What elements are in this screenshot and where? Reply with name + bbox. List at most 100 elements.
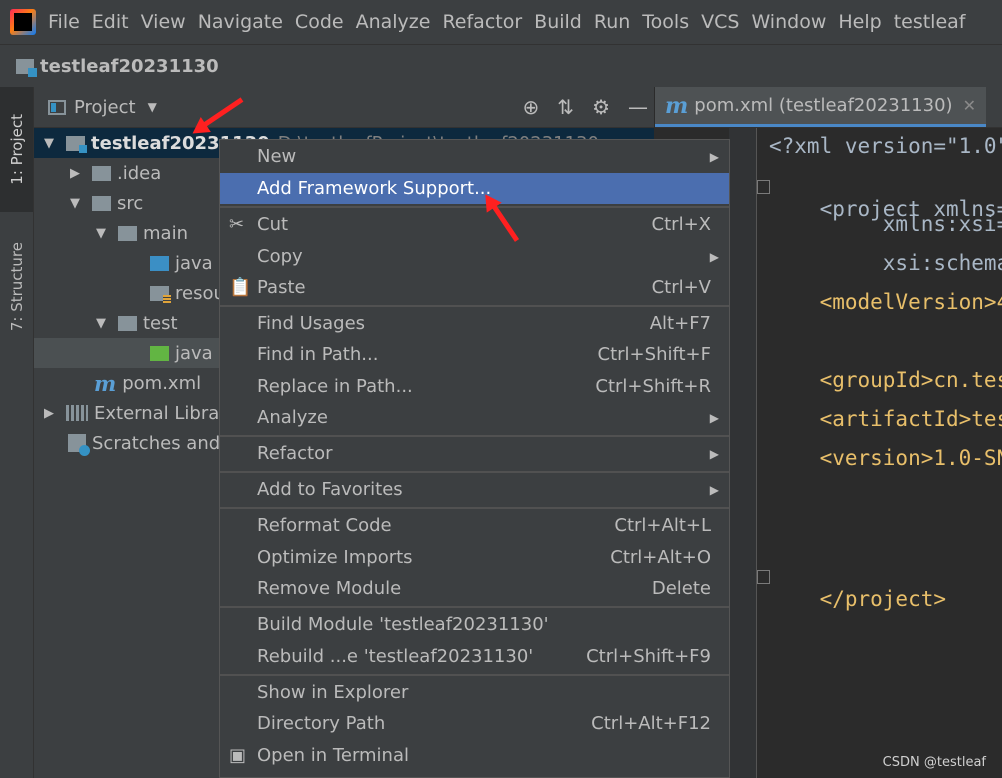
- project-toolwindow-header: Project ▼ ⊕ ⇅ ⚙ —: [34, 87, 654, 128]
- menu-edit[interactable]: Edit: [92, 11, 139, 33]
- menu-item-label: New: [257, 146, 297, 167]
- menu-item-label: Rebuild ...e 'testleaf20231130': [257, 646, 534, 667]
- menu-item-paste[interactable]: 📋 Paste Ctrl+V: [220, 272, 729, 303]
- menu-vcs[interactable]: VCS: [701, 11, 749, 33]
- fold-icon[interactable]: [757, 180, 770, 194]
- menu-item-new[interactable]: New ▶: [220, 141, 729, 172]
- menu-item-shortcut: Ctrl+Alt+O: [610, 547, 711, 568]
- chevron-down-icon[interactable]: ▼: [94, 226, 108, 241]
- folder-icon: [92, 195, 111, 211]
- test-folder-icon: [150, 345, 169, 361]
- menu-build[interactable]: Build: [534, 11, 592, 33]
- maven-icon: m: [665, 92, 689, 119]
- menu-item-find-usages[interactable]: Find Usages Alt+F7: [220, 308, 729, 339]
- menu-item-shortcut: Ctrl+Shift+F: [597, 344, 711, 365]
- editor-tab-label: pom.xml (testleaf20231130): [694, 95, 953, 116]
- tree-item-label: java: [175, 342, 213, 364]
- menu-item-label: Copy: [257, 246, 303, 267]
- menu-item-shortcut: Ctrl+Shift+F9: [586, 646, 711, 667]
- tree-item-label: main: [143, 222, 188, 244]
- menu-code[interactable]: Code: [295, 11, 354, 33]
- locate-icon[interactable]: ⊕: [523, 95, 540, 119]
- menu-item-refactor[interactable]: Refactor ▶: [220, 438, 729, 469]
- menu-item-rebuild-module[interactable]: Rebuild ...e 'testleaf20231130' Ctrl+Shi…: [220, 641, 729, 672]
- menu-refactor[interactable]: Refactor: [442, 11, 532, 33]
- menu-file[interactable]: File: [48, 11, 90, 33]
- menu-help[interactable]: Help: [838, 11, 891, 33]
- project-view-icon: [48, 99, 66, 115]
- chevron-down-icon[interactable]: ▼: [68, 196, 82, 211]
- menu-separator: [220, 471, 729, 473]
- menu-window[interactable]: Window: [751, 11, 836, 33]
- menu-separator: [220, 305, 729, 307]
- menu-item-directory-path[interactable]: Directory Path Ctrl+Alt+F12: [220, 708, 729, 739]
- tab-pom-xml[interactable]: m pom.xml (testleaf20231130) ✕: [655, 87, 986, 127]
- watermark: CSDN @testleaf: [882, 755, 986, 770]
- fold-icon[interactable]: [757, 570, 770, 584]
- submenu-arrow-icon: ▶: [709, 482, 719, 497]
- submenu-arrow-icon: ▶: [709, 249, 719, 264]
- menu-item-label: Find Usages: [257, 313, 366, 334]
- menu-item-remove-module[interactable]: Remove Module Delete: [220, 573, 729, 604]
- menu-item-shortcut: Ctrl+Alt+F12: [591, 713, 711, 734]
- close-icon[interactable]: ✕: [963, 96, 976, 115]
- code-line: <groupId>cn.testleaf</groupId>: [819, 368, 1002, 392]
- menu-item-analyze[interactable]: Analyze ▶: [220, 402, 729, 433]
- folder-icon: [92, 165, 111, 181]
- menu-item-add-framework-support[interactable]: Add Framework Support...: [220, 173, 729, 204]
- menu-item-shortcut: Ctrl+X: [651, 214, 711, 235]
- menu-item-optimize-imports[interactable]: Optimize Imports Ctrl+Alt+O: [220, 542, 729, 573]
- menu-item-replace-in-path[interactable]: Replace in Path... Ctrl+Shift+R: [220, 371, 729, 402]
- code-editor[interactable]: <?xml version="1.0" encoding="UTF-8"?> <…: [757, 128, 1002, 778]
- collapse-all-icon[interactable]: ⇅: [557, 95, 574, 119]
- menu-item-add-to-favorites[interactable]: Add to Favorites ▶: [220, 474, 729, 505]
- source-folder-icon: [150, 255, 169, 271]
- code-line-text: </project>: [819, 587, 947, 611]
- chevron-down-icon[interactable]: ▼: [148, 100, 157, 114]
- chevron-right-icon[interactable]: ▶: [42, 406, 56, 421]
- minimize-icon[interactable]: —: [628, 95, 648, 119]
- menu-analyze[interactable]: Analyze: [356, 11, 441, 33]
- tab-project[interactable]: 1: Project: [0, 87, 33, 212]
- tree-item-label: src: [117, 192, 144, 214]
- clipboard-icon: 📋: [229, 277, 252, 298]
- menu-item-shortcut: Alt+F7: [649, 313, 711, 334]
- code-line: <?xml version="1.0" encoding="UTF-8"?>: [769, 134, 1002, 158]
- menu-item-label: Reformat Code: [257, 515, 392, 536]
- breadcrumb-project[interactable]: testleaf20231130: [40, 56, 219, 77]
- menu-item-find-in-path[interactable]: Find in Path... Ctrl+Shift+F: [220, 339, 729, 370]
- menu-item-reformat-code[interactable]: Reformat Code Ctrl+Alt+L: [220, 510, 729, 541]
- menu-item-label: Cut: [257, 214, 289, 235]
- menu-view[interactable]: View: [141, 11, 196, 33]
- chevron-right-icon[interactable]: ▶: [68, 166, 82, 181]
- module-folder-icon: [16, 58, 37, 77]
- menu-item-build-module[interactable]: Build Module 'testleaf20231130': [220, 609, 729, 640]
- menu-item-show-in-explorer[interactable]: Show in Explorer: [220, 677, 729, 708]
- project-view-selector[interactable]: Project: [74, 97, 136, 118]
- menu-item-label: Build Module 'testleaf20231130': [257, 614, 549, 635]
- tree-item-label: .idea: [117, 162, 162, 184]
- menu-item-label: Add Framework Support...: [257, 178, 492, 199]
- tab-structure[interactable]: 7: Structure: [0, 222, 33, 352]
- main-menubar: File Edit View Navigate Code Analyze Ref…: [0, 0, 1002, 44]
- gear-icon[interactable]: ⚙: [592, 95, 610, 119]
- menu-tools[interactable]: Tools: [642, 11, 699, 33]
- chevron-down-icon[interactable]: ▼: [42, 136, 56, 151]
- menu-item-open-in-terminal[interactable]: ▣ Open in Terminal: [220, 740, 729, 771]
- menu-item-cut[interactable]: ✂ Cut Ctrl+X: [220, 209, 729, 240]
- chevron-down-icon[interactable]: ▼: [94, 316, 108, 331]
- navigation-bar: testleaf20231130: [0, 44, 1002, 87]
- resources-folder-icon: [150, 285, 171, 304]
- menu-navigate[interactable]: Navigate: [198, 11, 293, 33]
- menu-item-copy[interactable]: Copy ▶: [220, 241, 729, 272]
- module-folder-icon: [66, 135, 87, 153]
- tab-structure-label: 7: Structure: [7, 242, 26, 332]
- folder-icon: [118, 315, 137, 331]
- submenu-arrow-icon: ▶: [709, 446, 719, 461]
- menu-item-label: Refactor: [257, 443, 333, 464]
- menu-separator: [220, 507, 729, 509]
- editor-gutter: [729, 128, 757, 778]
- context-menu: New ▶ Add Framework Support... ✂ Cut Ctr…: [219, 139, 730, 778]
- menu-item-label: Remove Module: [257, 578, 402, 599]
- menu-run[interactable]: Run: [594, 11, 640, 33]
